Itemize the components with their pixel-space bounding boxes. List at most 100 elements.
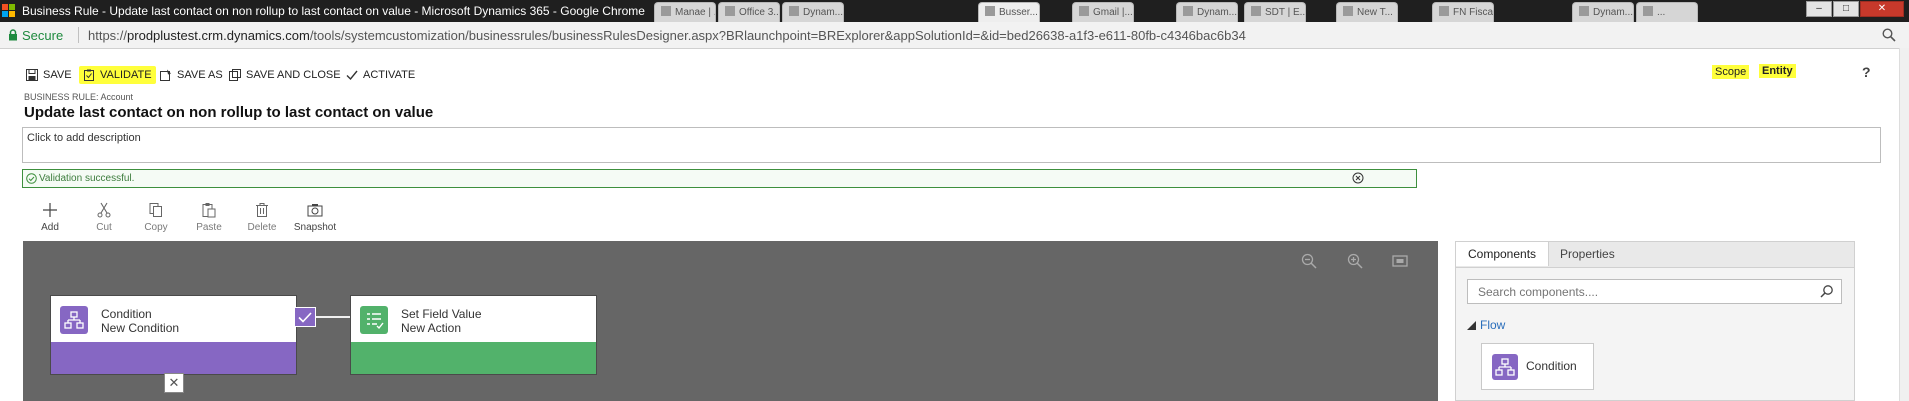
scissors-icon	[97, 202, 111, 218]
divider	[78, 27, 79, 43]
validation-message-bar: Validation successful.	[22, 169, 1417, 188]
browser-tab[interactable]: Dynam...	[1572, 2, 1634, 22]
scope-label[interactable]: Scope	[1712, 65, 1750, 79]
favicon-icon	[661, 6, 671, 16]
tab-label: Office 3...	[739, 7, 780, 18]
fit-to-screen-icon[interactable]	[1392, 253, 1408, 269]
validate-label: VALIDATE	[100, 69, 152, 81]
components-panel: Components Properties Flow Condition	[1455, 241, 1855, 401]
zoom-in-icon[interactable]	[1347, 253, 1363, 269]
favicon-icon	[1183, 6, 1193, 16]
paste-label: Paste	[196, 222, 222, 233]
close-circle-icon[interactable]	[1352, 172, 1364, 184]
save-as-button[interactable]: SAVE AS	[160, 66, 223, 84]
browser-tab-active[interactable]: Busser...	[978, 2, 1040, 22]
condition-icon	[1492, 354, 1518, 380]
collapse-caret-icon[interactable]	[1467, 321, 1476, 330]
favicon-icon	[1579, 6, 1589, 16]
favicon-icon	[725, 6, 735, 16]
designer-canvas[interactable]: Condition New Condition Set Field Value …	[23, 241, 1438, 401]
tab-label: New T...	[1357, 7, 1393, 18]
activate-label: ACTIVATE	[363, 69, 416, 81]
paste-button[interactable]: Paste	[183, 200, 235, 233]
secure-label: Secure	[22, 28, 64, 43]
paste-icon	[202, 203, 216, 218]
condition-node[interactable]: Condition New Condition	[50, 295, 297, 375]
cut-button[interactable]: Cut	[78, 200, 130, 233]
delete-label: Delete	[247, 222, 277, 233]
add-button[interactable]: Add	[24, 200, 76, 233]
save-and-close-icon	[229, 69, 241, 81]
browser-tab[interactable]: FN Fiscal...	[1432, 2, 1494, 22]
minimize-button[interactable]: –	[1806, 1, 1832, 17]
check-circle-icon	[26, 173, 37, 184]
url-path: /tools/systemcustomization/businessrules…	[309, 28, 1246, 43]
description-placeholder: Click to add description	[27, 132, 141, 144]
save-icon	[26, 69, 38, 81]
browser-tab[interactable]: Manae | ...	[654, 2, 716, 22]
url-scheme: https://	[88, 28, 128, 43]
node-footer	[351, 342, 596, 374]
url-text[interactable]: https://prodplustest.crm.dynamics.com/to…	[88, 28, 1246, 43]
browser-tab[interactable]: SDT | E...	[1244, 2, 1306, 22]
node-type: Condition	[101, 307, 152, 321]
node-footer	[51, 342, 296, 374]
close-window-button[interactable]: ✕	[1860, 1, 1904, 17]
save-button[interactable]: SAVE	[26, 66, 72, 84]
browser-tab[interactable]: Dynam...	[782, 2, 844, 22]
activate-button[interactable]: ACTIVATE	[346, 66, 415, 84]
description-field[interactable]: Click to add description	[22, 127, 1881, 163]
cut-label: Cut	[96, 222, 112, 233]
copy-label: Copy	[144, 222, 168, 233]
microsoft-logo-icon	[2, 4, 16, 18]
favicon-icon	[985, 6, 995, 16]
save-and-close-button[interactable]: SAVE AND CLOSE	[229, 66, 341, 84]
favicon-icon	[1643, 6, 1653, 16]
favicon-icon	[1343, 6, 1353, 16]
validate-button[interactable]: VALIDATE	[79, 66, 156, 84]
set-field-value-node[interactable]: Set Field Value New Action	[350, 295, 597, 375]
component-label: Condition	[1526, 359, 1577, 373]
page-title[interactable]: Update last contact on non rollup to las…	[24, 104, 433, 121]
browser-tab[interactable]: New T...	[1336, 2, 1398, 22]
search-icon[interactable]	[1820, 284, 1834, 298]
true-branch-check-icon[interactable]	[294, 307, 316, 327]
plus-icon	[43, 203, 57, 217]
browser-tab[interactable]: Gmail |...	[1072, 2, 1134, 22]
set-field-value-icon	[360, 306, 388, 334]
flow-section-header[interactable]: Flow	[1480, 318, 1505, 332]
address-bar[interactable]: Secure https://prodplustest.crm.dynamics…	[0, 22, 1909, 49]
tab-label: Dynam...	[803, 7, 844, 18]
node-name: New Action	[401, 321, 462, 335]
camera-icon	[307, 204, 323, 217]
condition-component[interactable]: Condition	[1481, 343, 1594, 390]
help-icon[interactable]: ?	[1862, 64, 1871, 80]
search-input[interactable]	[1468, 280, 1798, 303]
snapshot-label: Snapshot	[293, 222, 337, 233]
clipboard-check-icon	[84, 69, 94, 81]
favicon-icon	[1251, 6, 1261, 16]
copy-button[interactable]: Copy	[130, 200, 182, 233]
browser-tab[interactable]: Dynam...	[1176, 2, 1238, 22]
browser-tab[interactable]: ...	[1636, 2, 1698, 22]
url-host: prodplustest.crm.dynamics.com	[127, 28, 310, 43]
delete-node-button[interactable]: ✕	[164, 373, 184, 393]
browser-tab[interactable]: Office 3...	[718, 2, 780, 22]
checkmark-icon	[346, 70, 358, 81]
page-scrollbar[interactable]	[1899, 48, 1909, 401]
favicon-icon	[1079, 6, 1089, 16]
tab-label: Busser...	[999, 7, 1038, 18]
tab-label: Dynam...	[1593, 7, 1634, 18]
tab-label: FN Fiscal...	[1453, 7, 1493, 18]
tab-properties[interactable]: Properties	[1548, 242, 1627, 266]
tab-components[interactable]: Components	[1456, 242, 1550, 266]
entity-value[interactable]: Entity	[1759, 64, 1796, 78]
tab-label: ...	[1657, 7, 1666, 18]
zoom-out-icon[interactable]	[1301, 253, 1317, 269]
delete-button[interactable]: Delete	[236, 200, 288, 233]
snapshot-button[interactable]: Snapshot	[289, 200, 341, 233]
maximize-button[interactable]: □	[1833, 1, 1859, 17]
search-components-box[interactable]	[1467, 279, 1842, 304]
zoom-magnifier-icon[interactable]	[1882, 28, 1896, 42]
save-as-icon	[160, 69, 171, 81]
